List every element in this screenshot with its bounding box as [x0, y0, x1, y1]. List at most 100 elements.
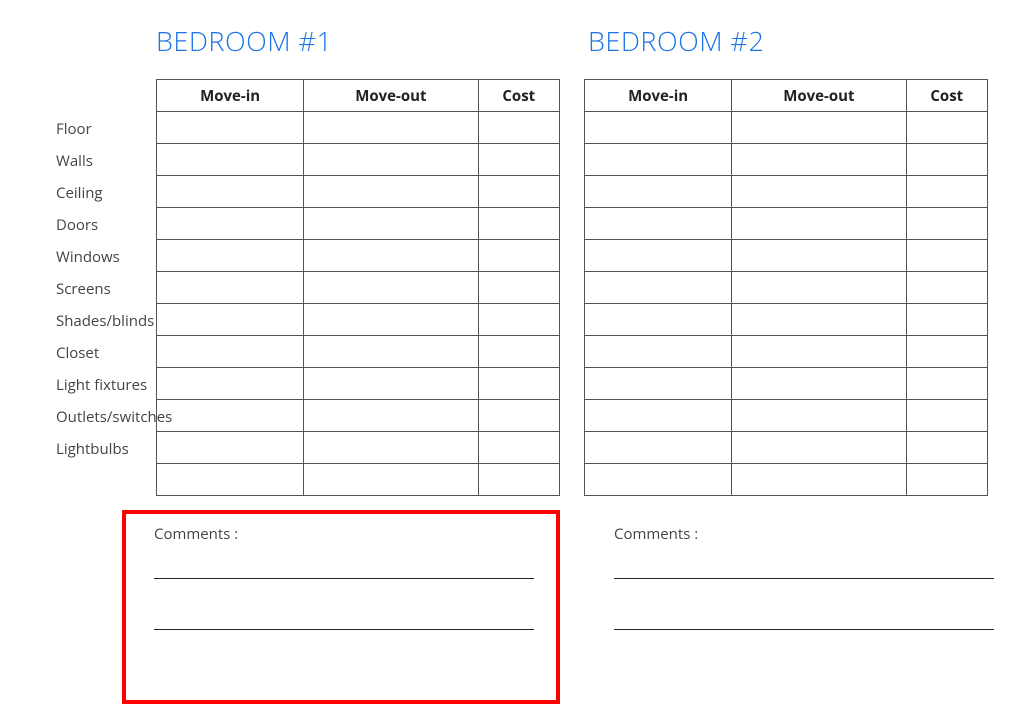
- table-cell[interactable]: [478, 336, 560, 368]
- row-label: Ceiling: [0, 177, 156, 209]
- table-row: [157, 432, 560, 464]
- table-cell[interactable]: [478, 144, 560, 176]
- table-cell[interactable]: [157, 368, 304, 400]
- row-label: Lightbulbs: [0, 433, 156, 465]
- table-cell[interactable]: [157, 144, 304, 176]
- table-cell[interactable]: [732, 272, 906, 304]
- table-cell[interactable]: [157, 400, 304, 432]
- table-cell[interactable]: [585, 272, 732, 304]
- table-cell[interactable]: [478, 400, 560, 432]
- table-row: [157, 400, 560, 432]
- table-cell[interactable]: [157, 272, 304, 304]
- table-row: [585, 336, 988, 368]
- table-cell[interactable]: [585, 464, 732, 496]
- table-cell[interactable]: [732, 336, 906, 368]
- table-cell[interactable]: [304, 432, 478, 464]
- table-cell[interactable]: [304, 368, 478, 400]
- table-row: [585, 272, 988, 304]
- spacer: [0, 22, 156, 59]
- table-cell[interactable]: [732, 112, 906, 144]
- table-cell[interactable]: [906, 208, 988, 240]
- row-label: Floor: [0, 113, 156, 145]
- table-cell[interactable]: [732, 208, 906, 240]
- table-row: [585, 400, 988, 432]
- table-cell[interactable]: [157, 304, 304, 336]
- table-cell[interactable]: [732, 432, 906, 464]
- table-row: [585, 144, 988, 176]
- table-cell[interactable]: [732, 144, 906, 176]
- table-cell[interactable]: [157, 240, 304, 272]
- table-cell[interactable]: [304, 112, 478, 144]
- table-row: [585, 176, 988, 208]
- table-cell[interactable]: [157, 464, 304, 496]
- table-cell[interactable]: [732, 176, 906, 208]
- comment-line: [154, 578, 534, 579]
- table-cell[interactable]: [585, 240, 732, 272]
- comments-row: Comments : Comments :: [0, 510, 1024, 704]
- table-cell[interactable]: [304, 272, 478, 304]
- table-cell[interactable]: [906, 400, 988, 432]
- inspection-table-bedroom-2: Move-inMove-outCost: [584, 79, 988, 496]
- table-cell[interactable]: [304, 304, 478, 336]
- table-cell[interactable]: [157, 176, 304, 208]
- table-cell[interactable]: [585, 336, 732, 368]
- table-cell[interactable]: [906, 112, 988, 144]
- table-cell[interactable]: [304, 144, 478, 176]
- table-cell[interactable]: [732, 464, 906, 496]
- table-cell[interactable]: [585, 400, 732, 432]
- table-cell[interactable]: [585, 144, 732, 176]
- table-cell[interactable]: [585, 112, 732, 144]
- table-row: [157, 144, 560, 176]
- table-cell[interactable]: [906, 272, 988, 304]
- table-cell[interactable]: [478, 432, 560, 464]
- table-cell[interactable]: [732, 368, 906, 400]
- table-cell[interactable]: [906, 240, 988, 272]
- table-row: [157, 208, 560, 240]
- table-cell[interactable]: [585, 208, 732, 240]
- table-cell[interactable]: [157, 112, 304, 144]
- table-cell[interactable]: [478, 304, 560, 336]
- table-cell[interactable]: [304, 208, 478, 240]
- table-row: [585, 368, 988, 400]
- table-cell[interactable]: [478, 240, 560, 272]
- table-cell[interactable]: [906, 464, 988, 496]
- inspection-table-bedroom-1: Move-inMove-outCost: [156, 79, 560, 496]
- comments-box-bedroom-1: Comments :: [122, 510, 560, 704]
- row-label: Doors: [0, 209, 156, 241]
- table-cell[interactable]: [478, 208, 560, 240]
- section-title-bedroom-2: BEDROOM #2: [588, 22, 1006, 59]
- table-cell[interactable]: [906, 432, 988, 464]
- table-cell[interactable]: [732, 400, 906, 432]
- comments-label: Comments :: [614, 524, 1000, 544]
- table-row: [157, 240, 560, 272]
- table-cell[interactable]: [906, 304, 988, 336]
- table-row: [585, 304, 988, 336]
- table-cell[interactable]: [157, 432, 304, 464]
- table-cell[interactable]: [478, 112, 560, 144]
- table-cell[interactable]: [906, 144, 988, 176]
- table-cell[interactable]: [478, 272, 560, 304]
- table-cell[interactable]: [906, 176, 988, 208]
- table-row: [157, 176, 560, 208]
- column-header: Move-out: [732, 80, 906, 112]
- table-cell[interactable]: [304, 176, 478, 208]
- table-cell[interactable]: [478, 464, 560, 496]
- table-cell[interactable]: [157, 208, 304, 240]
- table-cell[interactable]: [304, 464, 478, 496]
- table-cell[interactable]: [478, 368, 560, 400]
- row-label: Outlets/switches: [0, 401, 156, 433]
- table-cell[interactable]: [585, 368, 732, 400]
- table-row: [157, 304, 560, 336]
- table-cell[interactable]: [585, 176, 732, 208]
- table-cell[interactable]: [157, 336, 304, 368]
- table-cell[interactable]: [304, 400, 478, 432]
- table-cell[interactable]: [585, 432, 732, 464]
- table-cell[interactable]: [585, 304, 732, 336]
- table-cell[interactable]: [906, 368, 988, 400]
- table-cell[interactable]: [304, 240, 478, 272]
- table-cell[interactable]: [732, 240, 906, 272]
- table-cell[interactable]: [906, 336, 988, 368]
- table-cell[interactable]: [478, 176, 560, 208]
- table-cell[interactable]: [304, 336, 478, 368]
- table-cell[interactable]: [732, 304, 906, 336]
